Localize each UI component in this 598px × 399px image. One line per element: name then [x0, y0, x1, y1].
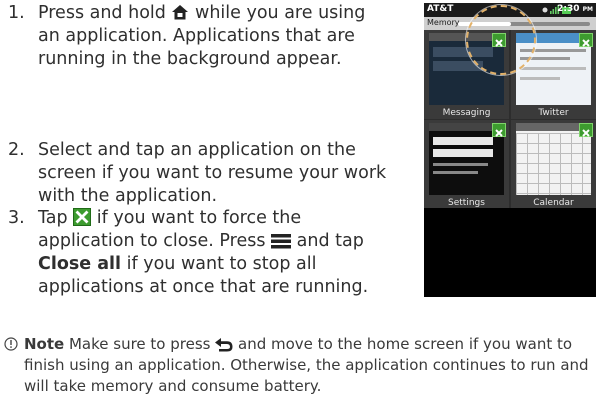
- app-label: Twitter: [538, 108, 569, 118]
- app-tile-calendar[interactable]: Calendar: [511, 120, 596, 209]
- step-number: 2.: [8, 140, 25, 160]
- callout-highlight: [466, 5, 536, 75]
- step-text: Press and hold while you are using an ap…: [38, 2, 388, 71]
- back-icon: [215, 338, 233, 352]
- clock-time: 2:30: [557, 4, 580, 14]
- close-app-button[interactable]: [579, 33, 593, 47]
- clock: 2:30 PM: [557, 4, 593, 14]
- close-x-icon: [582, 129, 590, 137]
- carrier-label: AT&T: [427, 4, 454, 14]
- step-text: Select and tap an application on the scr…: [38, 140, 387, 206]
- menu-icon: [271, 234, 292, 249]
- step-text-part: and tap: [296, 231, 364, 251]
- close-x-icon: [73, 208, 92, 226]
- close-all-label: Close all: [38, 254, 122, 274]
- note-icon: [4, 337, 18, 351]
- step-number: 1.: [8, 3, 25, 23]
- app-tile-settings[interactable]: Settings: [424, 120, 509, 209]
- memory-label: Memory: [427, 18, 460, 27]
- app-label: Messaging: [442, 108, 491, 118]
- note-text-part: Make sure to press: [68, 335, 211, 353]
- app-label: Settings: [448, 198, 485, 208]
- empty-area: [424, 208, 596, 297]
- close-app-button[interactable]: [579, 123, 593, 137]
- step-text-part: Press and hold: [38, 3, 166, 23]
- home-icon: [172, 5, 189, 20]
- step-number: 3.: [8, 208, 25, 228]
- note-text: Note Make sure to press and move to the …: [24, 334, 594, 397]
- note-label: Note: [24, 335, 65, 353]
- close-x-icon: [495, 129, 503, 137]
- close-app-button[interactable]: [492, 123, 506, 137]
- clock-ampm: PM: [582, 6, 593, 13]
- app-label: Calendar: [533, 198, 574, 208]
- close-x-icon: [582, 39, 590, 47]
- step-text-part: Tap: [38, 208, 68, 228]
- step-text: Tap if you want to force the application…: [38, 207, 388, 299]
